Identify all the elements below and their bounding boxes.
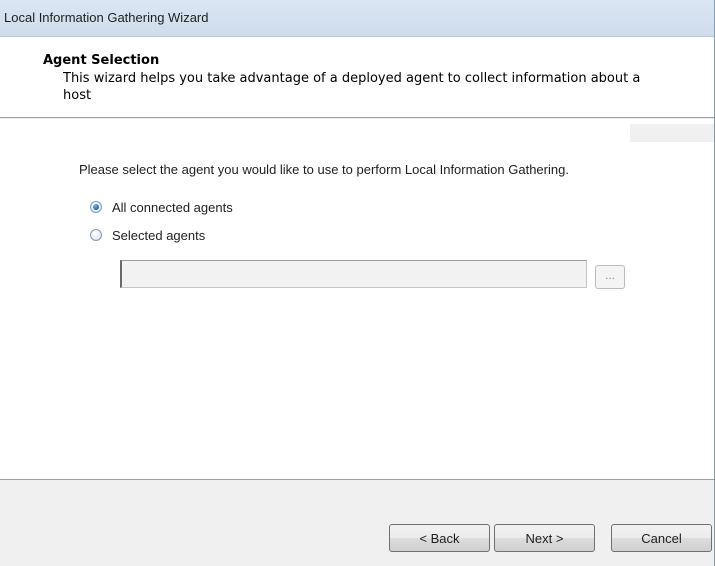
- wizard-footer: < Back Next > Cancel: [0, 481, 714, 566]
- radio-label-selected-agents[interactable]: Selected agents: [112, 228, 205, 243]
- radio-all-connected-agents[interactable]: [90, 201, 102, 213]
- window-title: Local Information Gathering Wizard: [4, 10, 209, 25]
- next-button[interactable]: Next >: [494, 524, 595, 552]
- page-description: This wizard helps you take advantage of …: [63, 71, 641, 103]
- wizard-header: Agent Selection This wizard helps you ta…: [0, 37, 714, 117]
- cancel-button[interactable]: Cancel: [611, 524, 712, 552]
- page-title: Agent Selection: [43, 53, 160, 68]
- radio-selected-agents[interactable]: [90, 229, 102, 241]
- wizard-content: Please select the agent you would like t…: [0, 119, 714, 479]
- content-strip: [630, 124, 714, 142]
- browse-agents-button[interactable]: ...: [595, 265, 625, 289]
- selection-prompt: Please select the agent you would like t…: [79, 162, 569, 177]
- title-bar[interactable]: Local Information Gathering Wizard: [0, 0, 714, 37]
- back-button[interactable]: < Back: [389, 524, 490, 552]
- wizard-window: Local Information Gathering Wizard Agent…: [0, 0, 715, 566]
- radio-label-all-connected-agents[interactable]: All connected agents: [112, 200, 233, 215]
- selected-agents-field[interactable]: [120, 260, 587, 288]
- option-selected-agents[interactable]: Selected agents: [90, 226, 205, 244]
- option-all-connected-agents[interactable]: All connected agents: [90, 198, 233, 216]
